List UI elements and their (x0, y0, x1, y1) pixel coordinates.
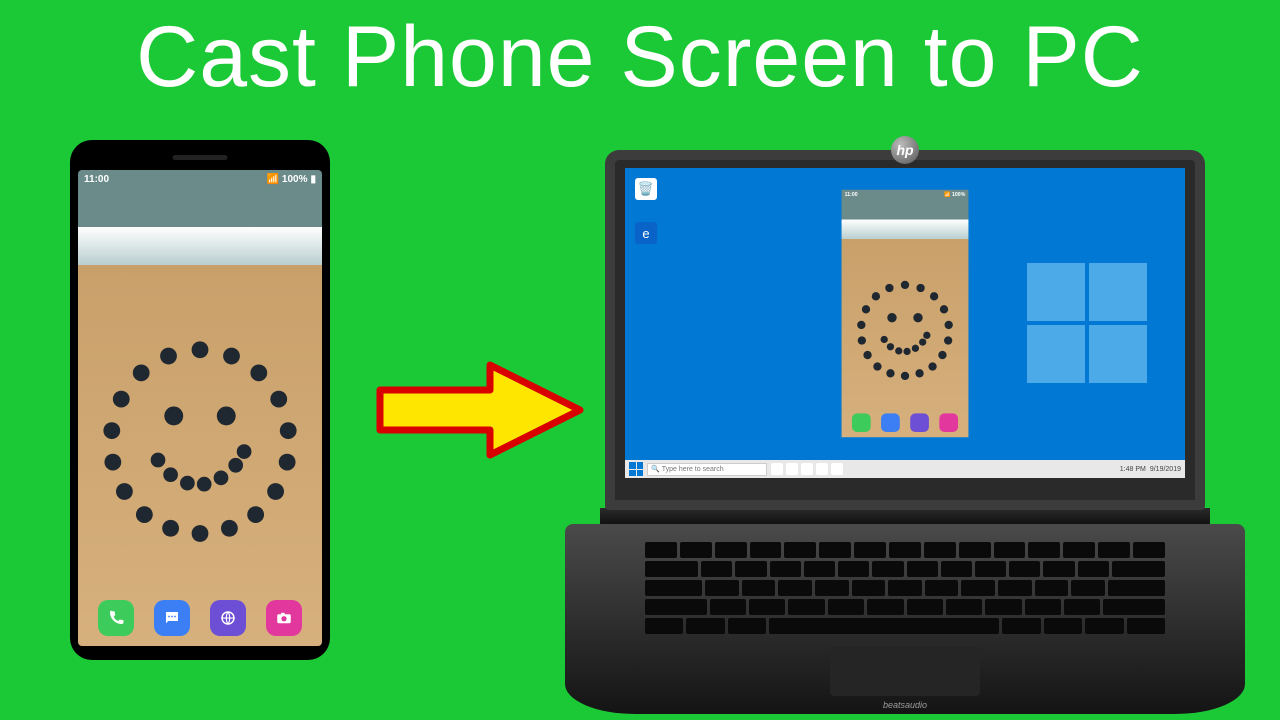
laptop-screen: 🗑️ e 11:00 📶 100% (625, 168, 1185, 478)
taskbar-app-icon[interactable] (816, 463, 828, 475)
mirror-battery-text: 100% (952, 192, 965, 198)
messages-icon[interactable] (154, 600, 190, 636)
phone-time: 11:00 (84, 174, 109, 185)
mirror-phone-icon (852, 413, 871, 432)
taskbar-app-icon[interactable] (831, 463, 843, 475)
laptop-lid: 🗑️ e 11:00 📶 100% (605, 150, 1205, 510)
system-tray[interactable]: 1:48 PM 9/19/2019 (1120, 466, 1181, 473)
start-button[interactable] (629, 462, 643, 476)
laptop-deck: beatsaudio (565, 524, 1245, 714)
phone-device: 11:00 📶 100% ▮ (70, 140, 330, 660)
tray-date: 9/19/2019 (1150, 466, 1181, 473)
taskbar-search[interactable]: 🔍 Type here to search (647, 463, 767, 476)
recycle-bin-icon[interactable]: 🗑️ (635, 178, 657, 200)
phone-screen: 11:00 📶 100% ▮ (78, 170, 322, 646)
windows-logo-icon (1027, 263, 1147, 383)
tray-time: 1:48 PM (1120, 466, 1146, 473)
page-title: Cast Phone Screen to PC (0, 8, 1280, 107)
mirrored-phone-screen: 11:00 📶 100% (842, 190, 969, 438)
signal-icon: 📶 (266, 174, 278, 185)
mirror-dock (842, 413, 969, 432)
mirror-time: 11:00 (845, 192, 858, 198)
mirror-statusbar: 11:00 📶 100% (842, 190, 969, 199)
search-placeholder: Type here to search (662, 466, 724, 473)
taskbar-pinned (771, 463, 843, 475)
arrow-icon (370, 350, 590, 470)
search-icon: 🔍 (651, 465, 660, 473)
battery-text: 100% (282, 174, 308, 185)
browser-icon[interactable] (210, 600, 246, 636)
battery-icon: ▮ (310, 174, 316, 185)
windows-taskbar: 🔍 Type here to search 1:48 PM 9/19/2019 (625, 460, 1185, 478)
phone-statusbar: 11:00 📶 100% ▮ (78, 170, 322, 188)
phone-icon[interactable] (98, 600, 134, 636)
mirror-camera-icon (939, 413, 958, 432)
smiley-face-icon (95, 334, 305, 544)
hp-logo-icon: hp (891, 136, 919, 164)
edge-icon[interactable]: e (635, 222, 657, 244)
laptop-device: 🗑️ e 11:00 📶 100% (565, 150, 1245, 714)
taskbar-app-icon[interactable] (801, 463, 813, 475)
audio-brand-label: beatsaudio (883, 700, 927, 710)
mirror-messages-icon (881, 413, 900, 432)
phone-dock (78, 600, 322, 636)
phone-earpiece (173, 155, 228, 160)
mirror-browser-icon (910, 413, 929, 432)
laptop-keyboard (645, 542, 1165, 642)
laptop-trackpad[interactable] (830, 646, 980, 696)
taskbar-app-icon[interactable] (771, 463, 783, 475)
mirror-signal-icon: 📶 (944, 192, 950, 198)
camera-icon[interactable] (266, 600, 302, 636)
taskbar-app-icon[interactable] (786, 463, 798, 475)
mirror-smiley-icon (853, 277, 957, 381)
